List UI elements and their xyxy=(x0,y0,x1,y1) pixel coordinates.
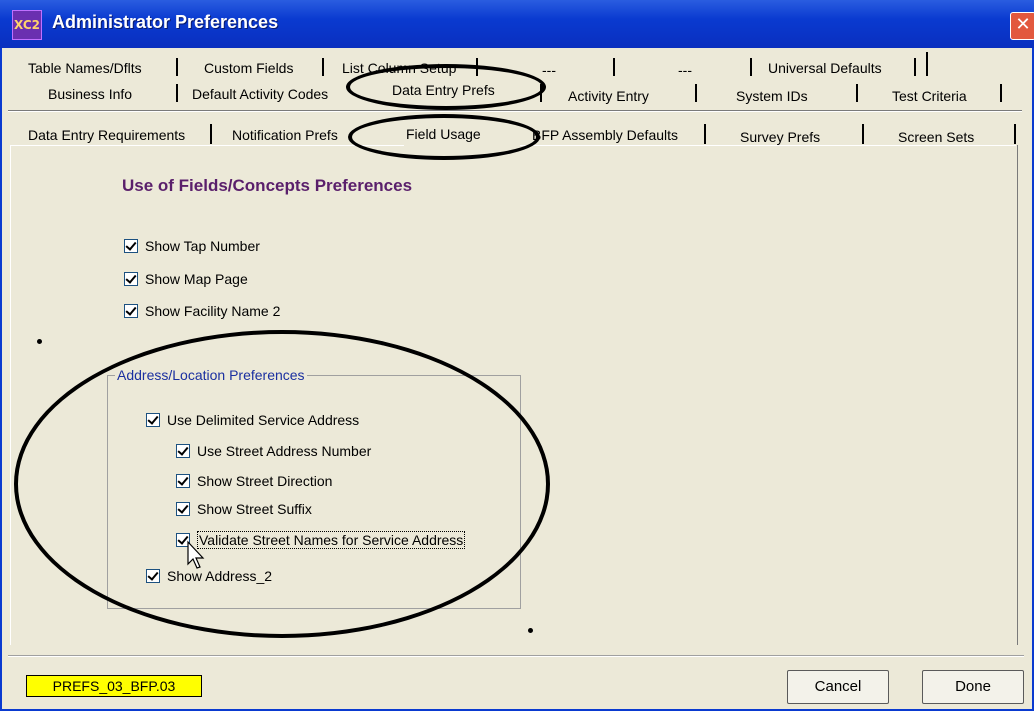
tab-separator xyxy=(1014,124,1016,144)
show-map-page-checkbox[interactable]: Show Map Page xyxy=(124,269,248,289)
show-tap-number-checkbox[interactable]: Show Tap Number xyxy=(124,236,260,256)
checkbox-label: Show Map Page xyxy=(145,271,248,287)
tab-separator xyxy=(695,84,697,102)
show-facility-name-2-checkbox[interactable]: Show Facility Name 2 xyxy=(124,301,280,321)
checkbox-box[interactable] xyxy=(124,272,138,286)
tab-test-criteria[interactable]: Test Criteria xyxy=(892,86,967,106)
tab-separator xyxy=(914,58,916,76)
cancel-button[interactable]: Cancel xyxy=(787,670,889,704)
tab-universal-defaults[interactable]: Universal Defaults xyxy=(768,58,882,78)
tab-separator xyxy=(704,124,706,144)
tab-separator xyxy=(1000,84,1002,102)
tab-separator xyxy=(926,52,928,76)
footer-divider-highlight xyxy=(8,656,1024,657)
tab-separator xyxy=(176,84,178,102)
screen-id-badge: PREFS_03_BFP.03 xyxy=(26,675,202,697)
tab-separator xyxy=(856,84,858,102)
checkbox-label: Show Facility Name 2 xyxy=(145,303,281,319)
tab-notification-prefs[interactable]: Notification Prefs xyxy=(232,125,338,145)
tab-placeholder-1[interactable]: --- xyxy=(542,60,556,80)
panel-heading: Use of Fields/Concepts Preferences xyxy=(122,176,413,195)
tab-strip-divider-highlight xyxy=(8,111,1022,112)
tab-data-entry-requirements[interactable]: Data Entry Requirements xyxy=(28,125,185,145)
close-button[interactable]: ✕ xyxy=(1010,12,1034,40)
tab-system-ids[interactable]: System IDs xyxy=(736,86,808,106)
checkbox-box[interactable] xyxy=(124,239,138,253)
checkbox-label: Show Tap Number xyxy=(145,238,260,254)
tab-survey-prefs[interactable]: Survey Prefs xyxy=(740,127,820,147)
annotation-dot xyxy=(528,628,533,633)
tab-separator xyxy=(176,58,178,76)
done-button[interactable]: Done xyxy=(922,670,1024,704)
tab-screen-sets[interactable]: Screen Sets xyxy=(898,127,974,147)
window-title: Administrator Preferences xyxy=(52,12,279,32)
tab-separator xyxy=(862,124,864,144)
tab-business-info[interactable]: Business Info xyxy=(48,84,132,104)
tab-table-names[interactable]: Table Names/Dflts xyxy=(28,58,142,78)
tab-activity-entry[interactable]: Activity Entry xyxy=(568,86,649,106)
tab-default-activity-codes[interactable]: Default Activity Codes xyxy=(192,84,328,104)
tab-separator xyxy=(613,58,615,76)
tab-separator xyxy=(322,58,324,76)
annotation-ellipse xyxy=(348,114,540,160)
annotation-dot xyxy=(37,339,42,344)
tab-separator xyxy=(210,124,212,144)
tab-separator xyxy=(750,58,752,76)
annotation-ellipse xyxy=(346,64,546,110)
app-icon: XC2 xyxy=(12,10,42,40)
tab-placeholder-2[interactable]: --- xyxy=(678,60,692,80)
annotation-ellipse xyxy=(14,330,550,638)
checkbox-box[interactable] xyxy=(124,304,138,318)
tab-custom-fields[interactable]: Custom Fields xyxy=(204,58,293,78)
tab-bfp-assembly-defaults[interactable]: BFP Assembly Defaults xyxy=(532,125,678,145)
